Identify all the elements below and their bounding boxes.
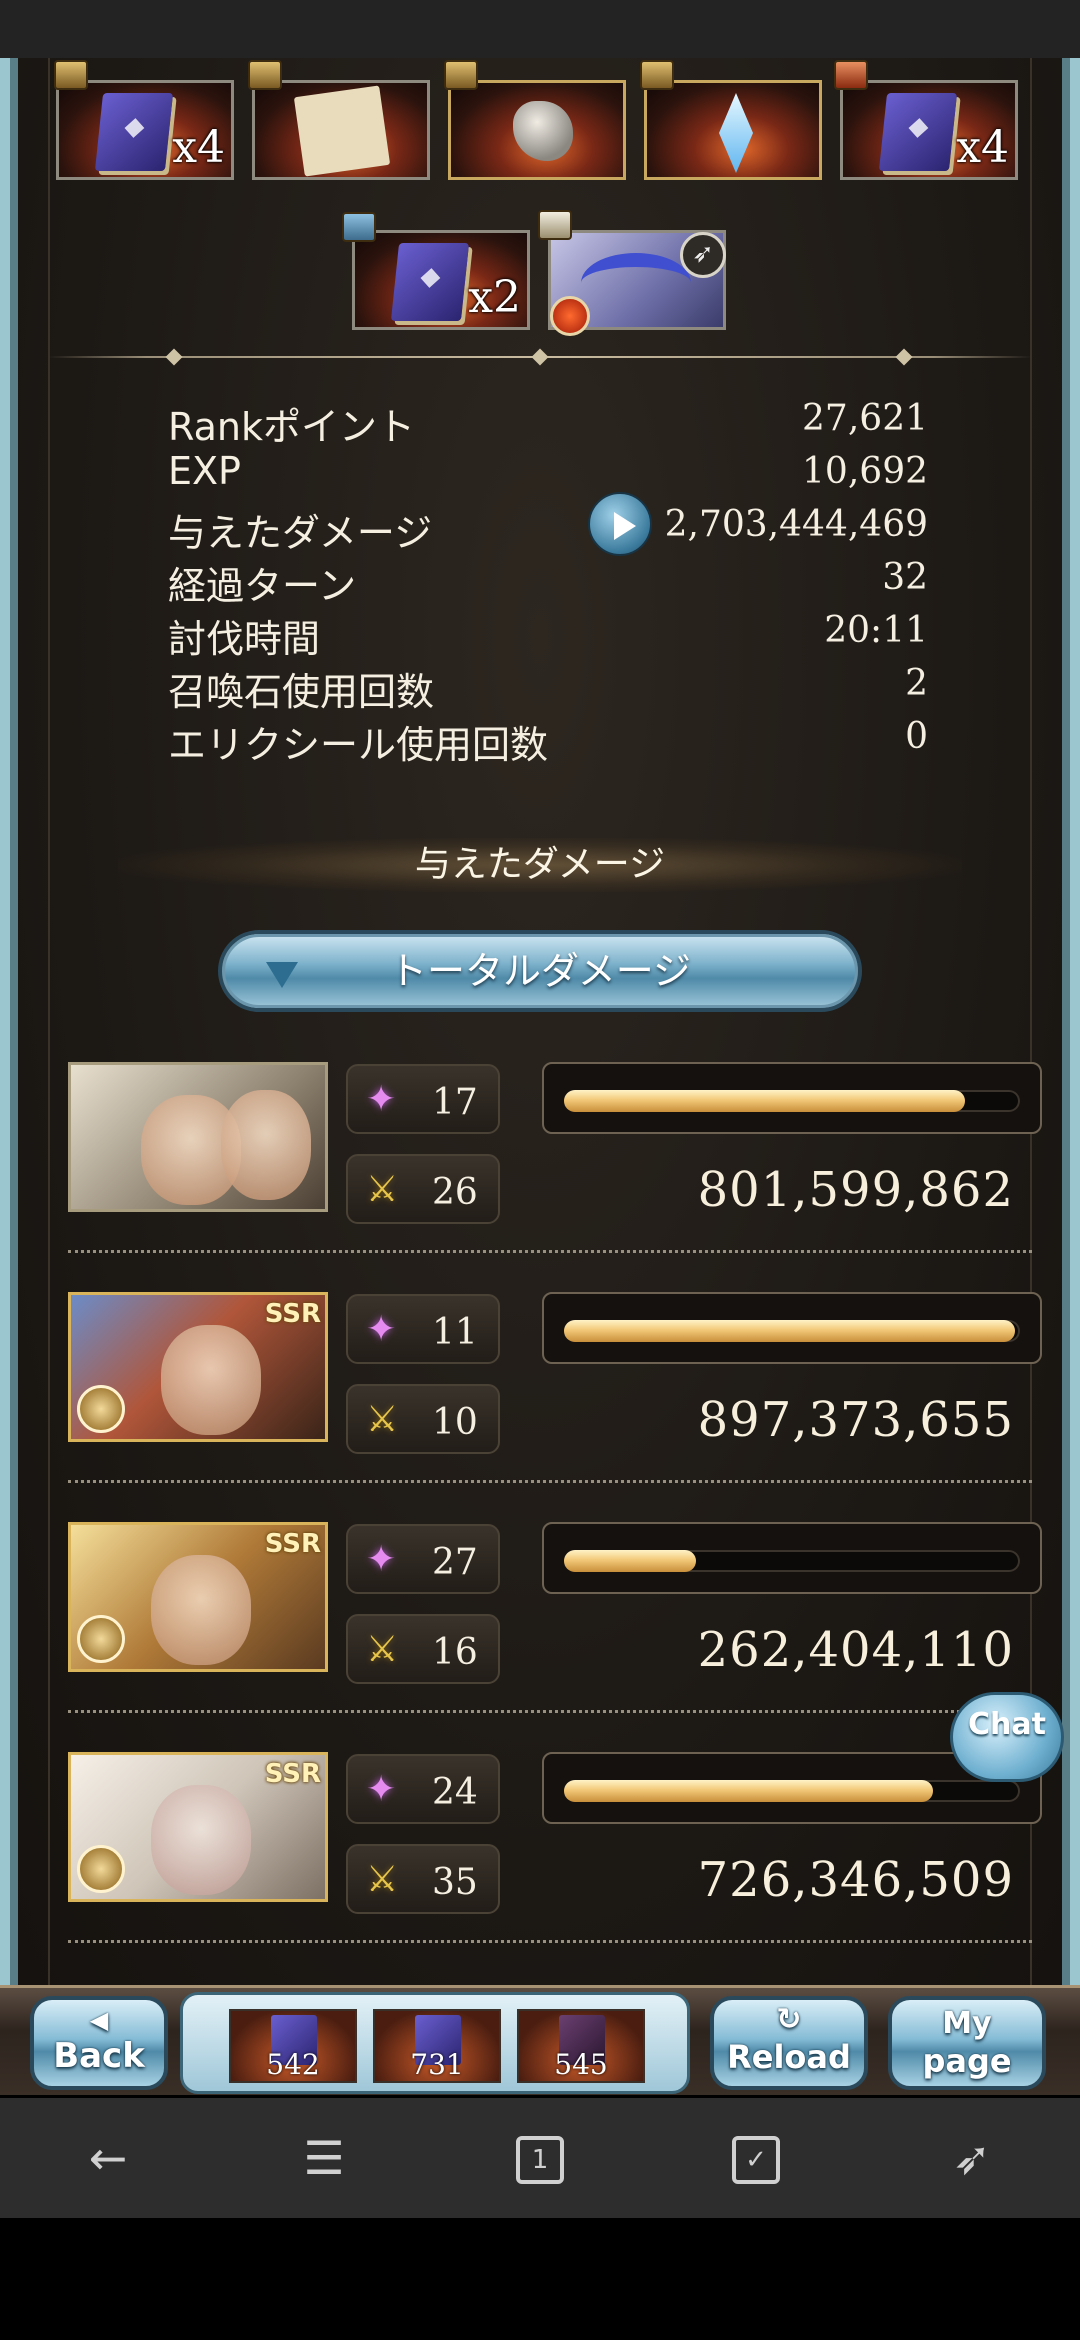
bow-weapon-icon: [581, 253, 691, 313]
damage-value: 726,346,509: [697, 1852, 1014, 1908]
character-portrait[interactable]: [68, 1062, 328, 1212]
play-icon[interactable]: [588, 492, 652, 556]
sparkle-icon: ✦: [366, 1769, 397, 1810]
sparkle-icon: ✦: [366, 1309, 397, 1350]
ability-count: ✦ 17: [346, 1064, 500, 1134]
back-button[interactable]: ◀ Back: [30, 1996, 168, 2090]
reload-button[interactable]: ↻ Reload: [710, 1996, 868, 2090]
crystal-icon: [719, 93, 753, 173]
damage-value: 262,404,110: [697, 1622, 1014, 1678]
back-icon[interactable]: ←: [78, 2128, 138, 2188]
crossed-swords-icon: ⚔: [366, 1399, 399, 1440]
bow-type-icon: ➶: [680, 232, 726, 278]
section-title: 与えたダメージ: [414, 844, 666, 885]
chest-icon: [834, 60, 868, 90]
chest-icon: [342, 212, 376, 242]
character-portrait[interactable]: SSR: [68, 1522, 328, 1672]
row-divider: [68, 1940, 1032, 1943]
stat-summon-uses: 召喚石使用回数 2: [168, 663, 928, 714]
crossed-swords-icon: ⚔: [366, 1859, 399, 1900]
chest-icon: [444, 60, 478, 90]
battle-result-screen: x4 x4 x2 ➶ Rankポイント 27,621 EXP 10,692 与え…: [18, 58, 1062, 1988]
damage-bar: [542, 1062, 1042, 1134]
stat-exp: EXP 10,692: [168, 449, 928, 493]
scroll-icon: [293, 85, 391, 177]
damage-bar: [542, 1522, 1042, 1594]
damage-value: 897,373,655: [697, 1392, 1014, 1448]
game-frame: x4 x4 x2 ➶ Rankポイント 27,621 EXP 10,692 与え…: [0, 58, 1080, 1988]
reward-item[interactable]: [644, 80, 822, 180]
attack-count: ⚔ 10: [346, 1384, 500, 1454]
reward-item[interactable]: x4: [56, 80, 234, 180]
fire-element-icon: [550, 296, 590, 336]
item-stock-panel: 542 731 545: [180, 1992, 690, 2094]
system-nav-bar: ← ☰ 1 ✓ ➶: [0, 2098, 1080, 2218]
stat-time: 討伐時間 20:11: [168, 610, 928, 661]
crossed-swords-icon: ⚔: [366, 1629, 399, 1670]
crossed-swords-icon: ⚔: [366, 1169, 399, 1210]
stat-turns: 経過ターン 32: [168, 557, 928, 608]
character-portrait[interactable]: SSR: [68, 1292, 328, 1442]
status-bar: [0, 0, 1080, 58]
reward-item[interactable]: x2: [352, 230, 530, 330]
light-element-icon: [77, 1385, 125, 1433]
character-row[interactable]: ✦ 17 ⚔ 26 801,599,862: [68, 1062, 1042, 1262]
chest-icon: [54, 60, 88, 90]
rarity-badge: SSR: [264, 1759, 321, 1789]
stock-item: 545: [517, 2009, 645, 2083]
character-row[interactable]: SSR ✦ 27 ⚔ 16 262,404,110: [68, 1522, 1042, 1722]
stock-item: 731: [373, 2009, 501, 2083]
rarity-badge: SSR: [264, 1529, 321, 1559]
sparkle-icon: ✦: [366, 1539, 397, 1580]
character-row[interactable]: SSR ✦ 24 ⚔ 35 726,346,509: [68, 1752, 1042, 1952]
row-divider: [68, 1480, 1032, 1483]
stat-rank-points: Rankポイント 27,621: [168, 398, 928, 449]
book-icon: [878, 93, 958, 171]
reward-item[interactable]: [252, 80, 430, 180]
attack-count: ⚔ 26: [346, 1154, 500, 1224]
rocket-icon[interactable]: ➶: [942, 2128, 1002, 2188]
chest-icon: [640, 60, 674, 90]
ability-count: ✦ 27: [346, 1524, 500, 1594]
attack-count: ⚔ 16: [346, 1614, 500, 1684]
stat-damage-dealt: 与えたダメージ 2,703,444,469: [168, 492, 928, 556]
damage-bar: [542, 1292, 1042, 1364]
ore-icon: [513, 101, 573, 161]
stock-item: 542: [229, 2009, 357, 2083]
stat-elixir-uses: エリクシール使用回数 0: [168, 716, 928, 767]
attack-count: ⚔ 35: [346, 1844, 500, 1914]
rarity-badge: SSR: [264, 1299, 321, 1329]
book-icon: [390, 243, 470, 321]
game-bottom-nav: ◀ Back 542 731 545 ↻ Reload My page: [0, 1985, 1080, 2095]
total-damage-dropdown[interactable]: トータルダメージ: [218, 930, 862, 1012]
chest-icon: [248, 60, 282, 90]
sparkle-icon: ✦: [366, 1079, 397, 1120]
row-divider: [68, 1710, 1032, 1713]
mypage-button[interactable]: My page: [888, 1996, 1046, 2090]
chest-icon: [538, 210, 572, 240]
result-stats: Rankポイント 27,621 EXP 10,692 与えたダメージ 2,703…: [168, 394, 928, 767]
divider: [48, 348, 1032, 366]
tabs-icon[interactable]: 1: [516, 2136, 564, 2184]
checkbox-icon[interactable]: ✓: [732, 2136, 780, 2184]
reward-item[interactable]: x4: [840, 80, 1018, 180]
reward-item[interactable]: [448, 80, 626, 180]
back-arrow-icon: ◀: [89, 2006, 109, 2034]
section-header: 与えたダメージ: [118, 838, 962, 892]
chat-button[interactable]: Chat: [950, 1692, 1064, 1782]
damage-value: 801,599,862: [697, 1162, 1014, 1218]
character-row[interactable]: SSR ✦ 11 ⚔ 10 897,373,655: [68, 1292, 1042, 1492]
ability-count: ✦ 24: [346, 1754, 500, 1824]
book-icon: [94, 93, 174, 171]
menu-icon[interactable]: ☰: [294, 2128, 354, 2188]
character-portrait[interactable]: SSR: [68, 1752, 328, 1902]
row-divider: [68, 1250, 1032, 1253]
ability-count: ✦ 11: [346, 1294, 500, 1364]
reload-icon: ↻: [776, 2002, 802, 2037]
light-element-icon: [77, 1845, 125, 1893]
light-element-icon: [77, 1615, 125, 1663]
